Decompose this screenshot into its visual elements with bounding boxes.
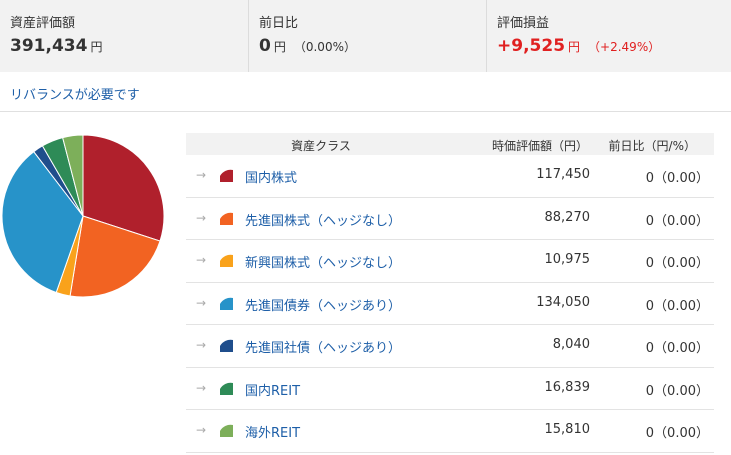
table-row: → 先進国株式（ヘッジなし） 88,270 0（0.00） [186,198,714,240]
market-value: 134,050 [536,294,590,310]
market-value: 16,839 [544,379,591,395]
arrow-right-icon[interactable]: → [196,338,206,352]
day-change: 0（0.00） [645,256,709,271]
day-change: 0（0.00） [645,298,709,314]
asset-class-link[interactable]: 先進国株式（ヘッジなし） [245,210,401,229]
asset-class-link[interactable]: 海外REIT [245,422,300,441]
table-row: → 先進国社債（ヘッジあり） 8,040 0（0.00） [186,325,714,368]
day-change: 0（0.00） [645,341,709,356]
market-value: 117,450 [536,167,590,182]
market-value: 10,975 [544,252,591,267]
asset-class-link[interactable]: 新興国株式（ヘッジなし） [245,252,401,271]
table-row: → 先進国債券（ヘッジあり） 134,050 0（0.00） [186,283,714,325]
asset-class-link[interactable]: 国内株式 [245,167,297,186]
total-unit: 円 [90,40,103,54]
arrow-right-icon[interactable]: → [196,253,206,267]
daychange-value: 0 円 （0.00%） [259,36,356,56]
total-amount: 391,434 [10,36,88,56]
summary-panel: 資産評価額 391,434 円 前日比 0 円（0.00%） 評価損益 +9,525… [0,0,731,72]
daychange-amount: 0 [259,36,271,56]
day-change: 0（0.00） [645,383,709,399]
daychange-label: 前日比 [259,16,299,31]
market-value: 8,040 [552,337,590,352]
gain-unit: 円 [568,40,581,54]
day-change: 0（0.00） [645,171,709,186]
gain-value: +9,525 円 （+2.49%） [497,36,660,56]
table-body: → 国内株式 117,450 0（0.00） → 先進国株式（ヘッジなし） 88,270 0（… [186,155,714,453]
pie-segment-icon [219,254,234,268]
table-row: → 国内株式 117,450 0（0.00） [186,155,714,198]
market-value: 88,270 [544,209,591,225]
table-row: → 海外REIT 15,810 0（0.00） [186,410,714,453]
divider [0,111,731,112]
gain-amount: +9,525 [497,36,566,56]
arrow-right-icon[interactable]: → [196,168,206,182]
pie-segment-icon [219,339,234,353]
header-change: 前日比（円/%） [608,139,696,153]
summary-total: 資産評価額 391,434 円 [0,0,248,72]
pie-segment-icon [219,424,234,438]
header-asset-class: 資産クラス [291,139,351,153]
daychange-pct: （0.00%） [293,40,356,54]
total-value: 391,434 円 [10,36,102,56]
table-row: → 国内REIT 16,839 0（0.00） [186,368,714,410]
pie-segment-icon [219,382,234,396]
arrow-right-icon[interactable]: → [196,211,206,225]
gain-pct: （+2.49%） [588,40,661,54]
asset-class-link[interactable]: 先進国債券（ヘッジあり） [245,295,401,314]
asset-class-link[interactable]: 先進国社債（ヘッジあり） [245,337,401,356]
day-change: 0（0.00） [645,426,709,441]
summary-gain: 評価損益 +9,525 円 （+2.49%） [486,0,731,72]
total-label: 資産評価額 [10,16,76,31]
arrow-right-icon[interactable]: → [196,296,206,310]
pie-segment-icon [219,212,234,226]
table-header: 資産クラス 時価評価額（円） 前日比（円/%） [186,133,714,155]
gain-label: 評価損益 [497,16,550,31]
day-change: 0（0.00） [645,213,709,229]
allocation-pie-chart [1,134,165,298]
arrow-right-icon[interactable]: → [196,423,206,437]
asset-class-link[interactable]: 国内REIT [245,380,300,399]
arrow-right-icon[interactable]: → [196,381,206,395]
pie-segment-icon [219,297,234,311]
summary-daychange: 前日比 0 円 （0.00%） [248,0,487,72]
daychange-unit: 円 [273,40,286,54]
header-value: 時価評価額（円） [491,139,588,153]
table-row: → 新興国株式（ヘッジなし） 10,975 0（0.00） [186,240,714,283]
asset-class-table: 資産クラス 時価評価額（円） 前日比（円/%） → 国内株式 117,450 0（0.… [186,133,714,453]
market-value: 15,810 [544,422,591,437]
rebalance-link[interactable]: リバランスが必要です [10,84,140,103]
pie-segment-icon [219,169,234,183]
